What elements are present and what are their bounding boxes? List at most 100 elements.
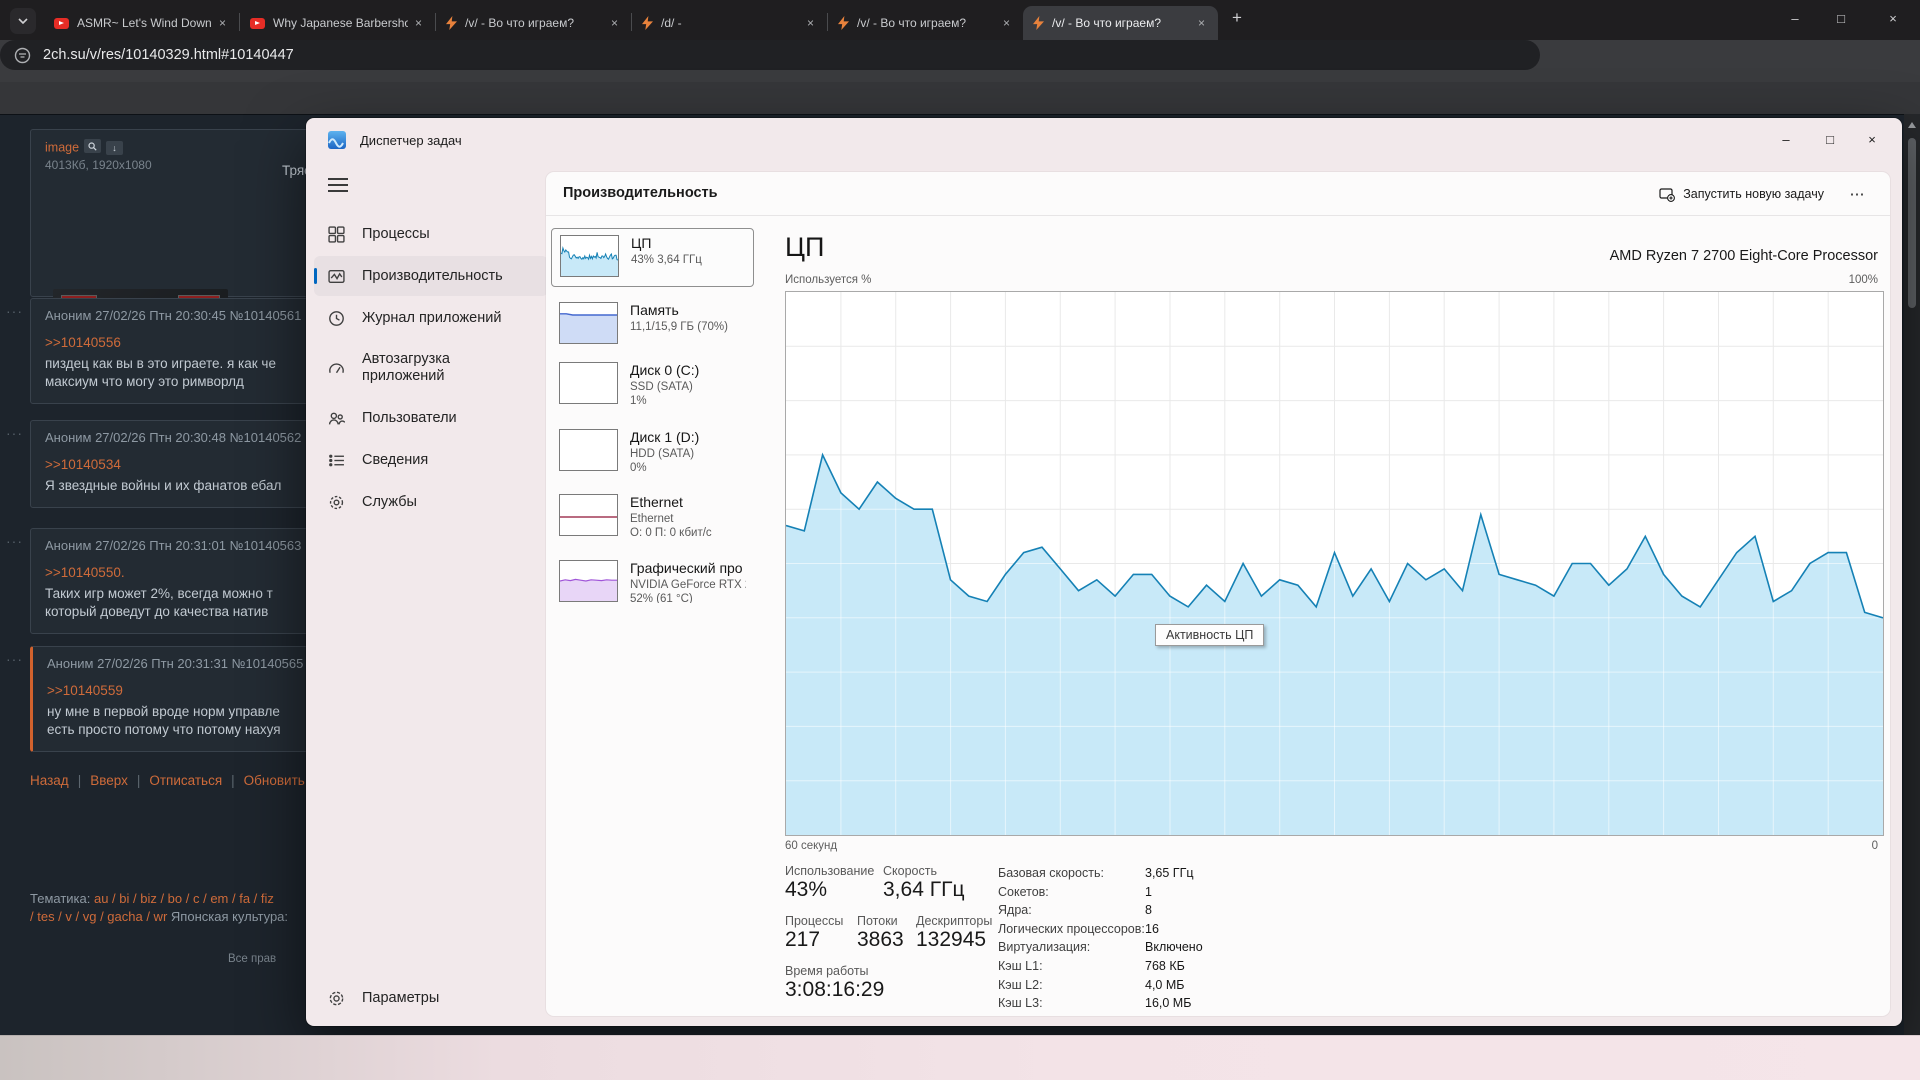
sidebar-item-performance[interactable]: Производительность: [314, 256, 548, 296]
tab-title: /v/ - Во что играем?: [1052, 16, 1161, 30]
tm-titlebar[interactable]: Диспетчер задач: [328, 131, 462, 149]
nav-refresh-link[interactable]: Обновить: [244, 773, 305, 788]
sidebar-item-services[interactable]: Службы: [314, 482, 548, 522]
board-links[interactable]: / tes / v / vg / gacha / wr: [30, 909, 167, 924]
tab-d-board[interactable]: /d/ - ×: [632, 6, 827, 40]
perf-sub: SSD (SATA): [630, 381, 693, 393]
tm-maximize-button[interactable]: □: [1810, 124, 1850, 154]
tab-close-icon[interactable]: ×: [608, 16, 621, 30]
perf-sub: 43% 3,64 ГГц: [631, 254, 702, 266]
sidebar-label: Процессы: [362, 226, 430, 242]
2ch-favicon: [1033, 16, 1044, 30]
more-options-button[interactable]: ⋯: [1842, 179, 1872, 209]
browser-maximize-button[interactable]: □: [1826, 0, 1856, 36]
perf-item-gpu[interactable]: Графический про NVIDIA GeForce RTX 207 5…: [551, 554, 754, 609]
perf-sub: 0%: [630, 462, 647, 474]
gear-icon: [329, 991, 344, 1005]
perf-name: Память: [630, 302, 679, 318]
tab-close-icon[interactable]: ×: [1195, 16, 1208, 30]
perf-item-disk1[interactable]: Диск 1 (D:) HDD (SATA) 0%: [551, 423, 754, 479]
browser-toolbar: ← → 2ch.su/v/res/10140329.html#10140447 …: [0, 40, 1920, 114]
zoom-image-icon[interactable]: [84, 139, 102, 153]
tm-hamburger-button[interactable]: [328, 174, 348, 196]
sidebar-item-startup-apps[interactable]: Автозагрузка приложений: [314, 340, 548, 396]
graph-xmax-label: 0: [1871, 840, 1878, 852]
nav-up-link[interactable]: Вверх: [90, 773, 128, 788]
stat-label: Потоки: [857, 914, 898, 928]
stat-value-speed: 3,64 ГГц: [883, 878, 965, 901]
nav-unsubscribe-link[interactable]: Отписаться: [149, 773, 222, 788]
perf-item-ethernet[interactable]: Ethernet Ethernet О: 0 П: 0 кбит/с: [551, 488, 754, 543]
run-task-icon: [1659, 187, 1676, 202]
post-menu-icon[interactable]: ···: [6, 303, 23, 319]
address-bar[interactable]: 2ch.su/v/res/10140329.html#10140447: [0, 40, 1540, 70]
spec-label: Кэш L1:: [998, 958, 1043, 973]
sidebar-item-processes[interactable]: Процессы: [314, 214, 548, 254]
perf-sub: 1%: [630, 395, 647, 407]
tab-title: /d/ -: [661, 16, 682, 30]
spec-label: Кэш L2:: [998, 977, 1043, 992]
cpu-panel-title: ЦП: [785, 232, 825, 262]
tab-v-thread-active[interactable]: /v/ - Во что играем? ×: [1023, 6, 1218, 40]
perf-item-disk0[interactable]: Диск 0 (C:) SSD (SATA) 1%: [551, 356, 754, 411]
cpu-usage-graph[interactable]: [785, 291, 1884, 836]
tab-close-icon[interactable]: ×: [1000, 16, 1013, 30]
separator: |: [136, 773, 141, 788]
sidebar-label: Автозагрузка приложений: [362, 351, 450, 384]
page-scrollbar[interactable]: [1904, 114, 1920, 1035]
services-icon: [329, 495, 344, 509]
tab-search-button[interactable]: [10, 8, 36, 34]
download-image-icon[interactable]: ↓: [106, 140, 124, 155]
stat-label: Процессы: [785, 914, 844, 928]
spec-label: Кэш L3:: [998, 996, 1043, 1011]
sidebar-label: Службы: [362, 494, 417, 510]
boards-tail: Японская культура:: [170, 909, 289, 924]
2ch-favicon: [446, 16, 457, 30]
tab-close-icon[interactable]: ×: [412, 16, 425, 30]
sidebar-item-settings[interactable]: Параметры: [314, 978, 548, 1018]
run-new-task-button[interactable]: Запустить новую задачу: [1649, 179, 1834, 209]
stat-value-processes: 217: [785, 928, 821, 951]
tm-minimize-button[interactable]: –: [1766, 124, 1806, 154]
tab-close-icon[interactable]: ×: [804, 16, 817, 30]
sidebar-item-app-history[interactable]: Журнал приложений: [314, 298, 548, 338]
perf-sub: 52% (61 °C): [630, 593, 693, 603]
browser-tab-bar: ASMR~ Let's Wind Down With × Why Japanes…: [0, 0, 1920, 40]
sidebar-label: Пользователи: [362, 410, 457, 426]
tab-title: Why Japanese Barbershops Fee: [273, 16, 408, 30]
separator: |: [77, 773, 82, 788]
browser-minimize-button[interactable]: –: [1780, 0, 1810, 36]
perf-item-cpu[interactable]: ЦП 43% 3,64 ГГц: [551, 228, 754, 287]
tab-close-icon[interactable]: ×: [216, 16, 229, 30]
stat-label: Дескрипторы: [916, 914, 993, 928]
post-menu-icon[interactable]: ···: [6, 533, 23, 549]
new-tab-button[interactable]: +: [1232, 8, 1242, 28]
boards-label: Тематика:: [30, 891, 91, 906]
task-manager-icon: [328, 131, 346, 149]
graph-tooltip: Активность ЦП: [1155, 624, 1265, 646]
tab-title: /v/ - Во что играем?: [465, 16, 574, 30]
tab-v-thread-1[interactable]: /v/ - Во что играем? ×: [436, 6, 631, 40]
scrollbar-up-arrow[interactable]: [1908, 122, 1916, 128]
perf-item-memory[interactable]: Память 11,1/15,9 ГБ (70%): [551, 296, 754, 349]
tm-close-button[interactable]: ×: [1852, 124, 1892, 154]
processes-icon: [328, 225, 345, 243]
spec-value: Включено: [1145, 940, 1203, 955]
post-menu-icon[interactable]: ···: [6, 425, 23, 441]
details-icon: [329, 454, 344, 466]
nav-back-link[interactable]: Назад: [30, 773, 69, 788]
stat-value-threads: 3863: [857, 928, 904, 951]
browser-close-button[interactable]: ×: [1878, 0, 1908, 36]
sidebar-item-details[interactable]: Сведения: [314, 440, 548, 480]
post-menu-icon[interactable]: ···: [6, 651, 23, 667]
site-settings-icon[interactable]: [14, 47, 31, 64]
tab-v-thread-2[interactable]: /v/ - Во что играем? ×: [828, 6, 1023, 40]
gpu-mini-graph: [559, 560, 618, 602]
board-links[interactable]: au / bi / biz / bo / c / em / fa / fiz: [94, 891, 274, 906]
tab-asmr[interactable]: ASMR~ Let's Wind Down With ×: [44, 6, 239, 40]
tab-barbershop[interactable]: Why Japanese Barbershops Fee ×: [240, 6, 435, 40]
scrollbar-thumb[interactable]: [1908, 138, 1916, 308]
image-link[interactable]: image: [45, 141, 79, 155]
sidebar-item-users[interactable]: Пользователи: [314, 398, 548, 438]
graph-ylabel: Используется %: [785, 274, 872, 286]
